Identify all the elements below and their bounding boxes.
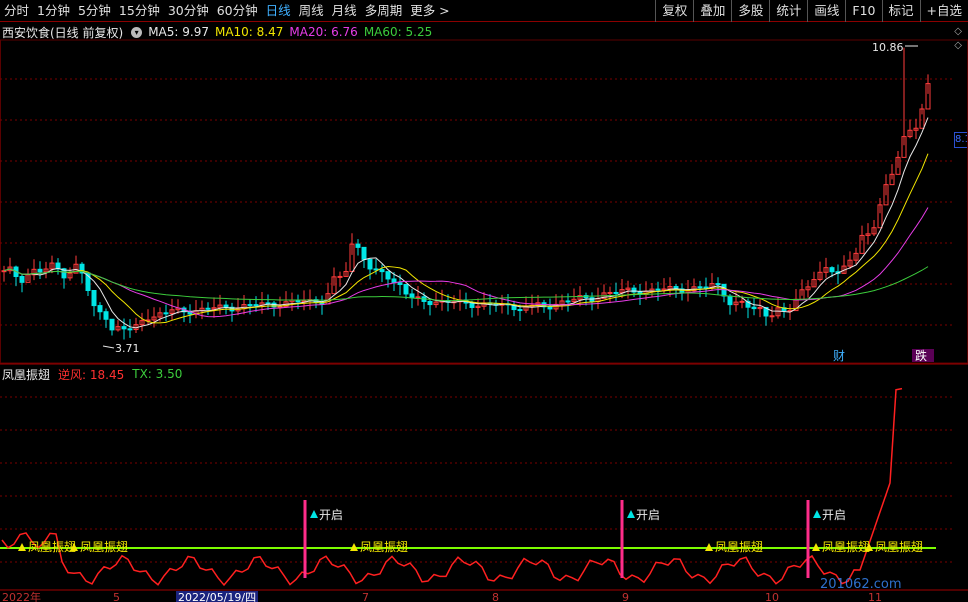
chart-canvas[interactable]: 10.863.71财 跌开启 开启 开启凤凰振翅 凤凰振翅 凤凰振翅 凤凰振翅 凤凰振翅 凤凰振… — [0, 22, 968, 602]
candle-body — [37, 268, 43, 273]
candle-body — [127, 328, 133, 331]
candle-body — [397, 282, 403, 285]
candle-body — [247, 304, 253, 307]
candle-body — [19, 276, 25, 283]
signal-label: 凤凰振翅 — [875, 539, 923, 554]
toolbar-button-4[interactable]: 画线 — [807, 0, 845, 22]
candle-body — [427, 300, 433, 306]
open-label: 开启 — [636, 508, 660, 522]
candle-body — [715, 283, 721, 286]
candle-body — [91, 290, 97, 307]
candle-body — [517, 309, 523, 312]
toolbar-button-6[interactable]: 标记 — [881, 0, 920, 22]
watermark-text: 201062.com — [820, 577, 902, 592]
candle-body — [355, 243, 361, 248]
candle-body — [379, 269, 385, 273]
x-axis-label: 10 — [765, 591, 779, 602]
period-toolbar: 分时 1分钟 5分钟 15分钟 30分钟 60分钟 日线 周线 月线 多周期 更多 > 复权 叠加 多股… — [0, 0, 968, 22]
toolbar-button-1[interactable]: 叠加 — [693, 0, 731, 22]
low-price-pointer — [102, 345, 115, 349]
candle-body — [337, 275, 343, 278]
candle-body — [367, 258, 373, 270]
high-price-label: 10.86 — [872, 41, 904, 54]
candle-body — [655, 288, 661, 291]
period-tab-2[interactable]: 5分钟 — [74, 0, 115, 22]
x-axis-label: 11 — [868, 591, 882, 602]
period-tab-5[interactable]: 60分钟 — [213, 0, 262, 22]
event-tag-die: 跌 — [915, 348, 927, 363]
period-tab-7[interactable]: 周线 — [295, 0, 328, 22]
candle-body — [109, 318, 115, 331]
open-marker-icon — [627, 510, 635, 518]
candle-body — [769, 315, 775, 318]
x-axis-label: 2022年 — [2, 590, 41, 602]
toolbar-button-3[interactable]: 统计 — [769, 0, 807, 22]
indicator-curve — [1, 387, 903, 587]
open-label: 开启 — [822, 508, 846, 522]
candle-body — [163, 312, 169, 315]
period-tabs: 分时 1分钟 5分钟 15分钟 30分钟 60分钟 日线 周线 月线 多周期 更多 > — [0, 0, 454, 22]
candle-body — [739, 300, 745, 303]
period-tab-1[interactable]: 1分钟 — [33, 0, 74, 22]
candle-body — [205, 307, 211, 310]
low-price-label: 3.71 — [115, 342, 140, 355]
open-marker-icon — [813, 510, 821, 518]
candle-body — [403, 283, 409, 295]
candle-body — [1, 270, 7, 273]
candle-body — [547, 306, 553, 310]
candle-body — [223, 304, 229, 308]
candle-body — [607, 291, 613, 294]
signal-label: 凤凰振翅 — [28, 539, 76, 554]
open-label: 开启 — [319, 508, 343, 522]
x-axis-label: 9 — [622, 591, 629, 602]
x-axis-label: 8 — [492, 591, 499, 602]
x-axis-label: 7 — [362, 591, 369, 602]
candle-body — [565, 300, 571, 303]
period-tab-10[interactable]: 更多 > — [406, 0, 453, 22]
x-axis-label: 5 — [113, 591, 120, 602]
period-tab-6[interactable]: 日线 — [262, 0, 295, 22]
candle-body — [253, 304, 259, 307]
toolbar-button-7[interactable]: +自选 — [919, 0, 968, 22]
signal-label: 凤凰振翅 — [715, 539, 763, 554]
open-marker-icon — [310, 510, 318, 518]
candle-body — [373, 268, 379, 271]
x-axis-label: 2022/05/19/四 — [178, 591, 256, 602]
candle-body — [385, 271, 391, 280]
period-tab-4[interactable]: 30分钟 — [164, 0, 213, 22]
candle-body — [121, 326, 127, 330]
candle-body — [409, 293, 415, 299]
event-tag-cai: 财 — [833, 349, 845, 363]
candle-body — [469, 302, 475, 308]
period-tab-9[interactable]: 多周期 — [361, 0, 407, 22]
candle-body — [103, 311, 109, 320]
candle-body — [703, 286, 709, 289]
period-tab-8[interactable]: 月线 — [328, 0, 361, 22]
period-tab-0[interactable]: 分时 — [0, 0, 33, 22]
candle-body — [727, 295, 733, 306]
candle-body — [829, 267, 835, 273]
period-tab-3[interactable]: 15分钟 — [115, 0, 164, 22]
toolbar-button-2[interactable]: 多股 — [731, 0, 769, 22]
toolbar-button-0[interactable]: 复权 — [655, 0, 693, 22]
candle-body — [361, 246, 367, 260]
signal-label: 凤凰振翅 — [360, 539, 408, 554]
candle-body — [751, 306, 757, 310]
signal-label: 凤凰振翅 — [80, 539, 128, 554]
candle-body — [415, 296, 421, 299]
signal-label: 凤凰振翅 — [822, 539, 870, 554]
toolbar-button-5[interactable]: F10 — [845, 0, 881, 22]
toolbar-right-buttons: 复权 叠加 多股 统计 画线 F10 标记 +自选 — [655, 0, 968, 22]
candle-body — [97, 305, 103, 313]
candle-body — [613, 291, 619, 294]
candle-body — [697, 286, 703, 289]
